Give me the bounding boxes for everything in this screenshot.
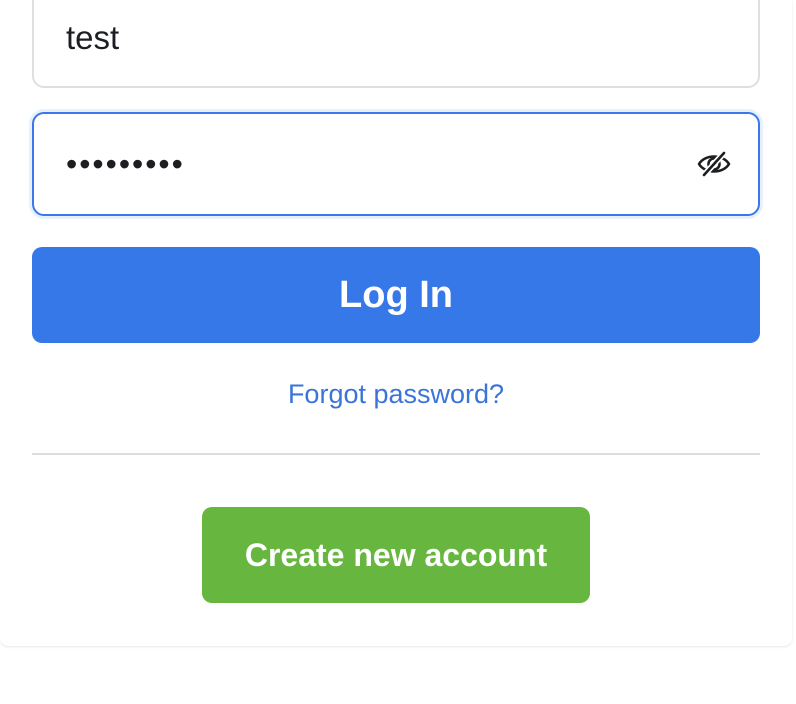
divider: [32, 453, 760, 455]
password-field-container: [32, 112, 760, 216]
login-button[interactable]: Log In: [32, 247, 760, 343]
email-field[interactable]: [34, 0, 758, 86]
eye-slash-icon[interactable]: [696, 149, 732, 179]
email-field-container: [32, 0, 760, 88]
create-account-button[interactable]: Create new account: [202, 507, 590, 603]
login-card: Log In Forgot password? Create new accou…: [0, 0, 792, 646]
forgot-password-link[interactable]: Forgot password?: [0, 374, 792, 414]
password-field[interactable]: [34, 114, 758, 214]
